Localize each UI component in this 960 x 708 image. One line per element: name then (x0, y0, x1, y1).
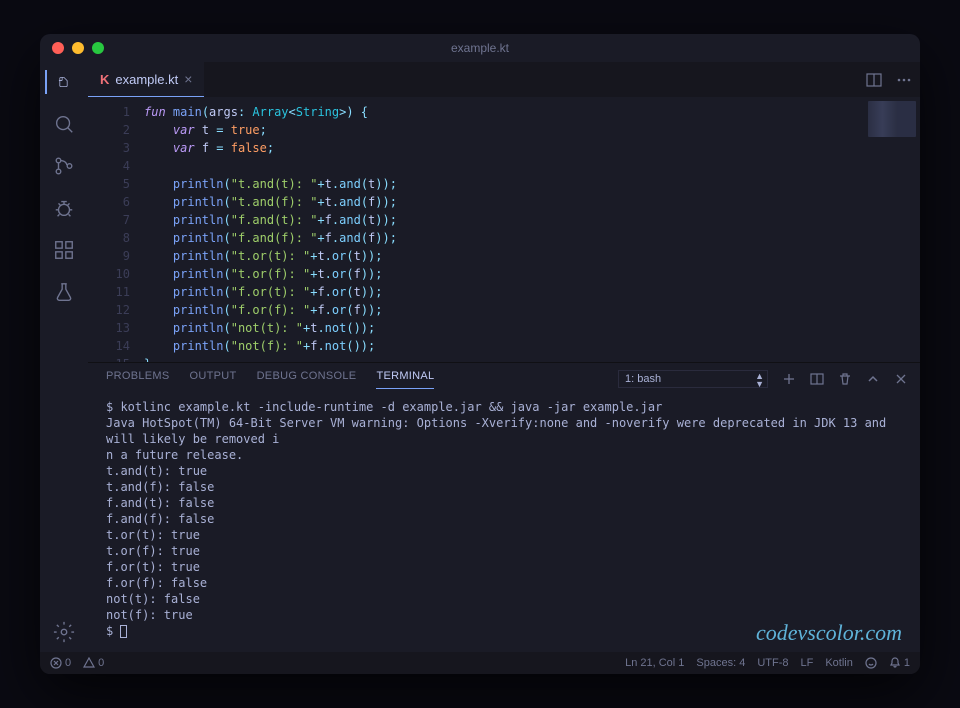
panel-tab-debug[interactable]: DEBUG CONSOLE (257, 370, 357, 389)
panel-tab-terminal[interactable]: TERMINAL (376, 370, 434, 389)
status-encoding[interactable]: UTF-8 (757, 657, 788, 669)
status-spaces[interactable]: Spaces: 4 (696, 657, 745, 669)
panel-tab-output[interactable]: OUTPUT (190, 370, 237, 389)
status-cursor[interactable]: Ln 21, Col 1 (625, 657, 684, 669)
extensions-icon[interactable] (52, 238, 76, 262)
terminal-selector[interactable]: 1: bash ▲▼ (618, 370, 768, 388)
minimap-content (868, 101, 916, 137)
select-arrows-icon: ▲▼ (755, 372, 764, 388)
status-errors[interactable]: 0 (50, 657, 71, 669)
editor-area: 123456789101112131415 fun main(args: Arr… (88, 97, 920, 362)
activity-bar (40, 62, 88, 652)
kill-terminal-icon[interactable] (838, 372, 852, 386)
window-title: example.kt (451, 41, 509, 55)
tab-filename: example.kt (115, 72, 178, 87)
debug-icon[interactable] (52, 196, 76, 220)
code-editor[interactable]: fun main(args: Array<String>) { var t = … (144, 97, 864, 362)
source-control-icon[interactable] (52, 154, 76, 178)
more-actions-icon[interactable] (896, 72, 912, 88)
new-terminal-icon[interactable] (782, 372, 796, 386)
close-window-button[interactable] (52, 42, 64, 54)
watermark-text: codevscolor.com (756, 620, 902, 646)
main-area: K example.kt × 1234567891011121314 (88, 62, 920, 652)
titlebar: example.kt (40, 34, 920, 62)
status-language[interactable]: Kotlin (825, 657, 853, 669)
file-tab[interactable]: K example.kt × (88, 62, 204, 97)
bottom-panel: PROBLEMS OUTPUT DEBUG CONSOLE TERMINAL 1… (88, 362, 920, 652)
panel-tabbar: PROBLEMS OUTPUT DEBUG CONSOLE TERMINAL 1… (88, 363, 920, 395)
terminal-output[interactable]: $ kotlinc example.kt -include-runtime -d… (88, 395, 920, 652)
tab-bar: K example.kt × (88, 62, 920, 97)
window-controls (52, 42, 104, 54)
kotlin-file-icon: K (100, 72, 109, 87)
split-terminal-icon[interactable] (810, 372, 824, 386)
maximize-panel-icon[interactable] (866, 372, 880, 386)
terminal-selector-value: 1: bash (618, 370, 768, 388)
close-panel-icon[interactable] (894, 372, 908, 386)
status-bar: 0 0 Ln 21, Col 1 Spaces: 4 UTF-8 LF Kotl… (40, 652, 920, 674)
flask-icon[interactable] (52, 280, 76, 304)
close-tab-icon[interactable]: × (184, 71, 192, 87)
line-number-gutter: 123456789101112131415 (88, 97, 144, 362)
editor-window: example.kt (40, 34, 920, 674)
window-body: K example.kt × 1234567891011121314 (40, 62, 920, 652)
status-eol[interactable]: LF (801, 657, 814, 669)
status-feedback-icon[interactable] (865, 657, 877, 669)
maximize-window-button[interactable] (92, 42, 104, 54)
search-icon[interactable] (52, 112, 76, 136)
minimize-window-button[interactable] (72, 42, 84, 54)
explorer-icon[interactable] (45, 70, 69, 94)
status-warnings[interactable]: 0 (83, 657, 104, 669)
minimap[interactable] (864, 97, 920, 362)
settings-gear-icon[interactable] (52, 620, 76, 644)
status-notifications[interactable]: 1 (889, 657, 910, 669)
panel-tab-problems[interactable]: PROBLEMS (106, 370, 170, 389)
split-editor-icon[interactable] (866, 72, 882, 88)
